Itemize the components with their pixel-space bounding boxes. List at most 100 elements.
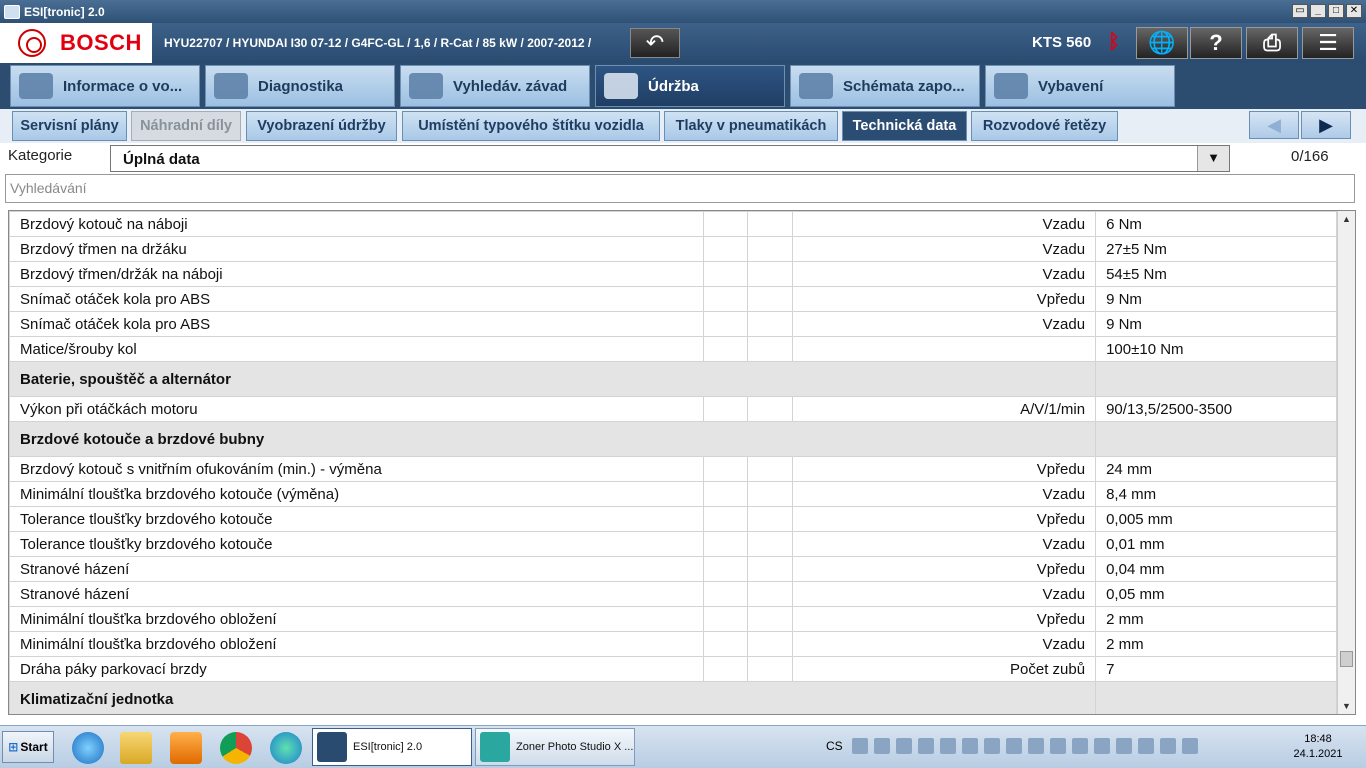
- menu-button[interactable]: ☰: [1302, 27, 1354, 59]
- category-select[interactable]: Úplná data ▼: [110, 145, 1230, 172]
- back-button[interactable]: ↶: [630, 28, 680, 58]
- taskbar-item-zoner[interactable]: Zoner Photo Studio X ...: [475, 728, 635, 766]
- parameter-name: Minimální tloušťka brzdového obložení: [9, 631, 704, 657]
- media-player-icon[interactable]: [170, 732, 202, 764]
- parameter-value: 24 mm: [1095, 456, 1337, 482]
- table-row[interactable]: Brzdový třmen/držák na náboji Vzadu 54±5 N…: [9, 261, 1337, 287]
- subtab-maintenance-illustration[interactable]: Vyobrazení údržby: [246, 111, 397, 141]
- window-titlebar: ESI[tronic] 2.0 ▭ _ □ ✕: [0, 0, 1366, 23]
- scroll-up-icon[interactable]: ▲: [1338, 211, 1355, 227]
- task-label: ESI[tronic] 2.0: [353, 741, 423, 753]
- search-input[interactable]: Vyhledávání: [5, 174, 1355, 203]
- parameter-value: 0,04 mm: [1095, 556, 1337, 582]
- tab-vehicle-info[interactable]: Informace o vo...: [10, 65, 200, 107]
- table-row[interactable]: Stranové házení Vzadu 0,05 mm: [9, 581, 1337, 607]
- wifi-icon[interactable]: [1116, 738, 1132, 754]
- empty-cell: [747, 556, 794, 582]
- tab-label: Diagnostika: [258, 77, 344, 95]
- maximize-icon[interactable]: □: [1328, 4, 1344, 18]
- tray-icon[interactable]: [1138, 738, 1154, 754]
- chevron-down-icon[interactable]: ▼: [1197, 146, 1229, 171]
- sub-tabs: Servisní plány Náhradní díly Vyobrazení …: [0, 109, 1366, 143]
- file-explorer-icon[interactable]: [120, 732, 152, 764]
- tab-diagnostics[interactable]: Diagnostika: [205, 65, 395, 107]
- vertical-scrollbar[interactable]: ▲ ▼: [1337, 211, 1355, 714]
- battery-icon[interactable]: [1160, 738, 1176, 754]
- tray-icon[interactable]: [1050, 738, 1066, 754]
- parameter-value: 6 Nm: [1095, 211, 1337, 237]
- tray-icon[interactable]: [1072, 738, 1088, 754]
- chrome-icon[interactable]: [220, 732, 252, 764]
- category-value: Úplná data: [123, 151, 200, 168]
- table-row[interactable]: Snímač otáček kola pro ABS Vpředu 9 Nm: [9, 286, 1337, 312]
- close-icon[interactable]: ✕: [1346, 4, 1362, 18]
- monitor-icon[interactable]: [1094, 738, 1110, 754]
- tab-equipment[interactable]: Vybavení: [985, 65, 1175, 107]
- section-header-row[interactable]: Brzdové kotouče a brzdové bubny: [9, 421, 1337, 457]
- table-row[interactable]: Dráha páky parkovací brzdy Počet zubů 7: [9, 656, 1337, 682]
- empty-cell: [702, 336, 749, 362]
- network-button[interactable]: 🌐: [1136, 27, 1188, 59]
- internet-explorer-icon[interactable]: [72, 732, 104, 764]
- language-indicator[interactable]: CS: [826, 739, 843, 753]
- parameter-qualifier: Vzadu: [792, 211, 1097, 237]
- tab-wiring-diagrams[interactable]: Schémata zapo...: [790, 65, 980, 107]
- table-row[interactable]: Minimální tloušťka brzdového obložení Vpř…: [9, 606, 1337, 632]
- restore-icon[interactable]: ▭: [1292, 4, 1308, 18]
- parameter-qualifier: A/V/1/min: [792, 396, 1097, 422]
- bluetooth-icon[interactable]: [918, 738, 934, 754]
- tray-icon[interactable]: [1006, 738, 1022, 754]
- main-tabs: Informace o vo... Diagnostika Vyhledáv. …: [0, 63, 1366, 109]
- tab-fault-search[interactable]: Vyhledáv. závad: [400, 65, 590, 107]
- start-button[interactable]: ⊞ Start: [2, 731, 54, 763]
- parameter-qualifier: Vpředu: [792, 506, 1097, 532]
- subtab-spare-parts: Náhradní díly: [131, 111, 241, 141]
- tray-icon[interactable]: [962, 738, 978, 754]
- tab-maintenance[interactable]: Údržba: [595, 65, 785, 107]
- tray-icon[interactable]: [1028, 738, 1044, 754]
- tray-icon[interactable]: [896, 738, 912, 754]
- windows-logo-icon: ⊞: [8, 740, 19, 754]
- subtab-type-plate-location[interactable]: Umístění typového štítku vozidla: [402, 111, 660, 141]
- scroll-down-icon[interactable]: ▼: [1338, 698, 1355, 714]
- scroll-thumb[interactable]: [1340, 651, 1353, 667]
- table-row[interactable]: Tolerance tloušťky brzdového kotouče Vzad…: [9, 531, 1337, 557]
- edge-icon[interactable]: [270, 732, 302, 764]
- table-row[interactable]: Matice/šrouby kol 100±10 Nm: [9, 336, 1337, 362]
- table-row[interactable]: Stranové házení Vpředu 0,04 mm: [9, 556, 1337, 582]
- tray-icon[interactable]: [940, 738, 956, 754]
- tray-icon[interactable]: [984, 738, 1000, 754]
- table-row[interactable]: Brzdový kotouč s vnitřním ofukováním (mi…: [9, 456, 1337, 482]
- help-button[interactable]: ?: [1190, 27, 1242, 59]
- print-button[interactable]: ⎙: [1246, 27, 1298, 59]
- section-header-row[interactable]: Klimatizační jednotka: [9, 681, 1337, 714]
- section-header-row[interactable]: Baterie, spouštěč a alternátor: [9, 361, 1337, 397]
- minimize-icon[interactable]: _: [1310, 4, 1326, 18]
- tray-icon[interactable]: [852, 738, 868, 754]
- clock-date: 24.1.2021: [1293, 748, 1343, 760]
- prev-page-button[interactable]: ◀: [1249, 111, 1299, 139]
- empty-cell: [702, 286, 749, 312]
- table-row[interactable]: Snímač otáček kola pro ABS Vzadu 9 Nm: [9, 311, 1337, 337]
- table-row[interactable]: Výkon při otáčkách motoru A/V/1/min 90/13,…: [9, 396, 1337, 422]
- empty-cell: [702, 656, 749, 682]
- zoner-app-icon: [480, 732, 510, 762]
- parameter-name: Snímač otáček kola pro ABS: [9, 311, 704, 337]
- table-row[interactable]: Minimální tloušťka brzdového obložení Vza…: [9, 631, 1337, 657]
- subtab-technical-data[interactable]: Technická data: [842, 111, 967, 141]
- table-row[interactable]: Brzdový třmen na držáku Vzadu 27±5 Nm: [9, 236, 1337, 262]
- empty-cell: [702, 631, 749, 657]
- next-page-button[interactable]: ▶: [1301, 111, 1351, 139]
- empty-cell: [702, 531, 749, 557]
- table-row[interactable]: Brzdový kotouč na náboji Vzadu 6 Nm: [9, 211, 1337, 237]
- subtab-timing-chains[interactable]: Rozvodové řetězy: [971, 111, 1118, 141]
- tray-icon[interactable]: [874, 738, 890, 754]
- table-row[interactable]: Minimální tloušťka brzdového kotouče (vý…: [9, 481, 1337, 507]
- subtab-service-plans[interactable]: Servisní plány: [12, 111, 127, 141]
- table-row[interactable]: Tolerance tloušťky brzdového kotouče Vpře…: [9, 506, 1337, 532]
- parameter-name: Minimální tloušťka brzdového kotouče (vý…: [9, 481, 704, 507]
- volume-icon[interactable]: [1182, 738, 1198, 754]
- clock[interactable]: 18:48 24.1.2021: [1288, 732, 1348, 762]
- subtab-tyre-pressures[interactable]: Tlaky v pneumatikách: [664, 111, 838, 141]
- taskbar-item-esitronic[interactable]: ESI[tronic] 2.0: [312, 728, 472, 766]
